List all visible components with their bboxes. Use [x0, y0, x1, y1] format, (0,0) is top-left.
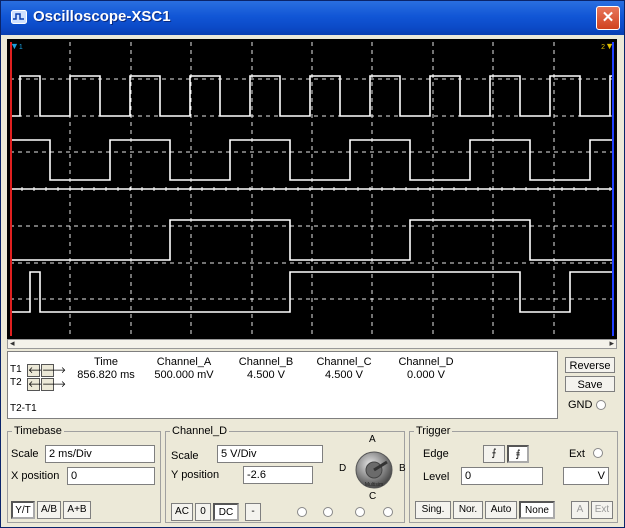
t2-right-arrow-icon[interactable]: 🡒: [41, 378, 66, 391]
cursor-t1-icon[interactable]: ▼1: [10, 42, 23, 52]
readout-col-channel-a: Channel_A 500.000 mV: [144, 356, 224, 382]
edge-label: Edge: [423, 448, 449, 460]
trigger-title: Trigger: [414, 425, 453, 437]
timebase-scale-input[interactable]: 2 ms/Div: [45, 445, 155, 463]
rising-edge-button[interactable]: ⨍: [483, 445, 505, 463]
t2-label: T2: [10, 377, 22, 388]
coupling-dc-button[interactable]: DC: [213, 503, 239, 521]
close-button[interactable]: ✕: [596, 6, 620, 30]
mode-yt-button[interactable]: Y/T: [11, 501, 35, 519]
scope-screen[interactable]: [10, 42, 614, 336]
readout-col-time: Time 856.820 ms: [66, 356, 146, 382]
cursor-readout-panel: T1 🡐 🡒 T2 🡐 🡒 T2-T1 Time 856.820 ms Chan…: [7, 351, 558, 419]
oscilloscope-display: ▼1 2▼: [7, 39, 617, 339]
channel-scale-label: Scale: [171, 450, 199, 462]
readout-value: 856.820 ms: [77, 369, 135, 381]
timebase-title: Timebase: [12, 425, 64, 437]
coupling-ac-button[interactable]: AC: [171, 503, 193, 521]
x-position-input[interactable]: 0: [67, 467, 155, 485]
trigger-source-a-button[interactable]: A: [571, 501, 589, 519]
channel-scale-input[interactable]: 5 V/Div: [217, 445, 323, 463]
level-unit-select[interactable]: V: [563, 467, 609, 485]
selector-label-a: A: [369, 434, 376, 445]
level-input[interactable]: 0: [461, 467, 543, 485]
save-button[interactable]: Save: [565, 376, 615, 392]
selector-label-d: D: [339, 463, 347, 474]
falling-edge-icon: ⨎: [515, 449, 521, 460]
gnd-option[interactable]: GND: [568, 399, 606, 411]
level-label: Level: [423, 471, 450, 483]
channel-title: Channel_D: [170, 425, 230, 437]
trigger-auto-button[interactable]: Auto: [485, 501, 517, 519]
mode-aplusb-button[interactable]: A+B: [63, 501, 91, 519]
ext-label: Ext: [569, 448, 585, 460]
channel-d-radio[interactable]: [383, 507, 393, 517]
channel-b-radio[interactable]: [323, 507, 333, 517]
knob-label: Multisim: [365, 482, 383, 488]
x-position-label: X position: [11, 470, 60, 482]
gnd-label: GND: [568, 399, 593, 411]
coupling-zero-button[interactable]: 0: [195, 503, 211, 521]
readout-header: Channel_D: [398, 356, 454, 368]
selector-label-b: B: [399, 463, 406, 474]
ext-radio[interactable]: [593, 448, 603, 458]
readout-col-channel-d: Channel_D 0.000 V: [386, 356, 466, 382]
horizontal-scrollbar[interactable]: ◂ ▸: [7, 338, 617, 349]
trigger-single-button[interactable]: Sing.: [415, 501, 451, 519]
readout-header: Time: [93, 356, 119, 368]
readout-header: Channel_C: [316, 356, 372, 368]
trigger-normal-button[interactable]: Nor.: [453, 501, 483, 519]
oscilloscope-window: Oscilloscope-XSC1 ✕ ▼1 2▼ ◂ ▸ T1 🡐 🡒 T2 …: [0, 0, 625, 528]
readout-col-channel-b: Channel_B 4.500 V: [226, 356, 306, 382]
channel-selector-knob[interactable]: Multisim: [351, 447, 397, 493]
cursor-t1-label: 1: [18, 44, 23, 51]
trigger-source-ext-button[interactable]: Ext: [591, 501, 613, 519]
close-icon: ✕: [601, 9, 615, 26]
reverse-button[interactable]: Reverse: [565, 357, 615, 373]
t1-left-arrow-icon[interactable]: 🡐: [27, 364, 52, 377]
readout-value: 0.000 V: [407, 369, 445, 381]
window-title: Oscilloscope-XSC1: [33, 8, 171, 25]
t1-label: T1: [10, 364, 22, 375]
t2-t1-label: T2-T1: [10, 403, 37, 414]
rising-edge-icon: ⨍: [491, 448, 497, 459]
timebase-scale-label: Scale: [11, 448, 39, 460]
title-bar[interactable]: Oscilloscope-XSC1 ✕: [1, 1, 624, 35]
t2-left-arrow-icon[interactable]: 🡐: [27, 378, 52, 391]
invert-button[interactable]: -: [245, 503, 261, 521]
readout-value: 4.500 V: [247, 369, 285, 381]
scroll-left-icon[interactable]: ◂: [10, 338, 15, 349]
t1-right-arrow-icon[interactable]: 🡒: [41, 364, 66, 377]
readout-value: 4.500 V: [325, 369, 363, 381]
cursor-t2-icon[interactable]: 2▼: [601, 42, 614, 52]
readout-col-channel-c: Channel_C 4.500 V: [304, 356, 384, 382]
readout-header: Channel_B: [238, 356, 294, 368]
readout-value: 500.000 mV: [154, 369, 214, 381]
trigger-none-button[interactable]: None: [519, 501, 555, 519]
mode-ab-button[interactable]: A/B: [37, 501, 61, 519]
y-position-label: Y position: [171, 469, 220, 481]
readout-header: Channel_A: [156, 356, 212, 368]
gnd-radio[interactable]: [595, 400, 606, 411]
channel-a-radio[interactable]: [297, 507, 307, 517]
falling-edge-button[interactable]: ⨎: [507, 445, 529, 463]
scroll-right-icon[interactable]: ▸: [609, 338, 614, 349]
y-position-input[interactable]: -2.6: [243, 466, 313, 484]
cursor-t2-label: 2: [601, 44, 606, 51]
oscilloscope-app-icon: [11, 10, 27, 24]
channel-c-radio[interactable]: [355, 507, 365, 517]
